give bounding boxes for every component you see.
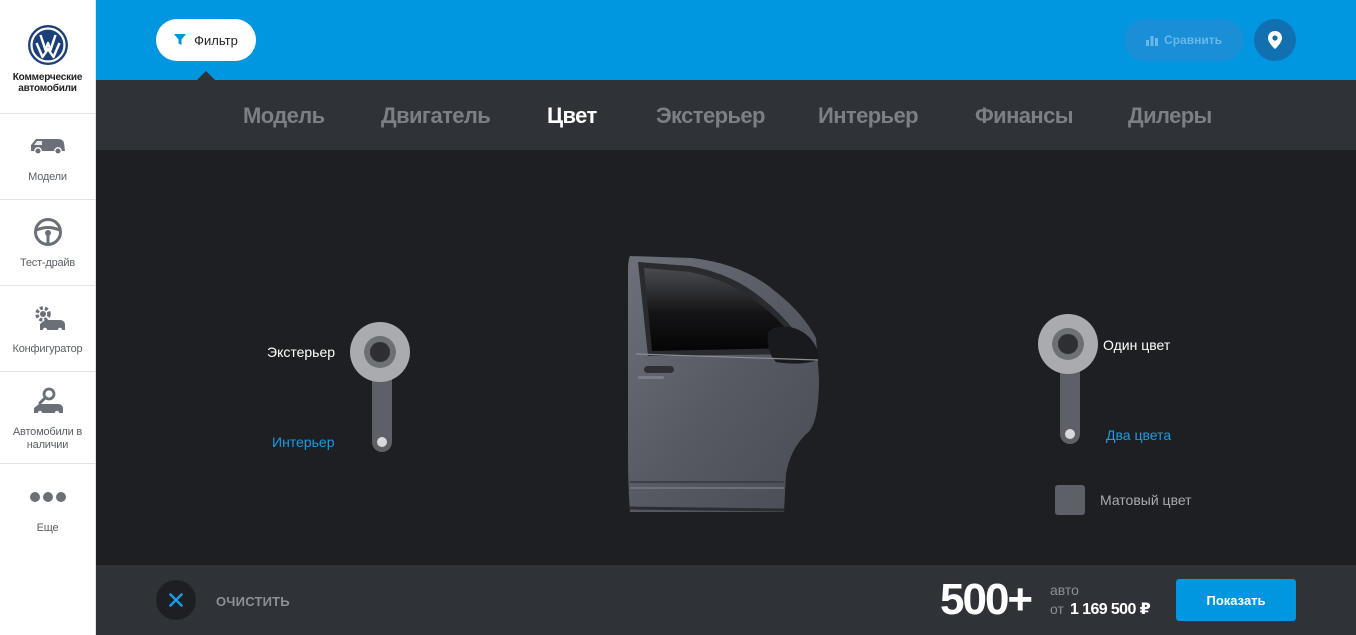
knob-center (370, 342, 390, 362)
top-bar: Фильтр Сравнить (96, 0, 1356, 80)
location-button[interactable] (1254, 19, 1296, 61)
sidebar-item-more[interactable]: Еще (0, 464, 95, 550)
close-icon (169, 593, 183, 607)
clear-button[interactable] (156, 580, 196, 620)
tone-option-single[interactable]: Один цвет (1103, 337, 1170, 353)
compare-label: Сравнить (1164, 33, 1222, 47)
filter-label: Фильтр (194, 32, 238, 48)
area-switch-knob[interactable] (350, 322, 410, 382)
tab-model[interactable]: Модель (243, 80, 325, 150)
matte-checkbox[interactable] (1055, 485, 1085, 515)
area-option-interior[interactable]: Интерьер (272, 434, 335, 450)
filter-pointer (197, 71, 215, 80)
sidebar-item-label: Модели (28, 171, 67, 183)
sidebar-item-test-drive[interactable]: Тест-драйв (0, 200, 95, 286)
sidebar-item-configurator[interactable]: Конфигуратор (0, 286, 95, 372)
brand-block[interactable]: Коммерческие автомобили (0, 0, 95, 114)
van-icon (30, 139, 65, 155)
results-footer: ОЧИСТИТЬ 500+ авто от 1 169 500 ₽ Показа… (96, 565, 1356, 635)
sidebar-item-stock[interactable]: Автомобили в наличии (0, 372, 95, 464)
filter-button[interactable]: Фильтр (156, 19, 256, 61)
sidebar-item-label: Тест-драйв (19, 257, 76, 269)
brand-name: Коммерческие автомобили (12, 72, 83, 94)
gear-car-icon (34, 306, 65, 333)
tone-option-two[interactable]: Два цвета (1106, 427, 1171, 443)
results-count-unit: авто (1050, 582, 1079, 598)
tab-interior[interactable]: Интерьер (818, 80, 919, 150)
area-switch-pin (377, 437, 387, 447)
tone-switch-pin (1065, 429, 1075, 439)
tab-dealers[interactable]: Дилеры (1128, 80, 1212, 150)
tab-engine[interactable]: Двигатель (381, 80, 491, 150)
clear-label[interactable]: ОЧИСТИТЬ (216, 594, 290, 609)
area-option-exterior[interactable]: Экстерьер (267, 344, 335, 360)
category-tabs: Модель Двигатель Цвет Экстерьер Интерьер… (96, 80, 1356, 150)
price-from: 1 169 500 ₽ (1070, 601, 1151, 618)
van-door-image (628, 256, 819, 512)
sidebar-item-label: Конфигуратор (12, 343, 83, 355)
bar-chart-icon (1146, 36, 1159, 46)
color-filter-panel: Экстерьер Интерьер Один цвет Два цвета М… (96, 150, 1356, 565)
more-dots-icon (29, 491, 66, 502)
tab-finance[interactable]: Финансы (975, 80, 1074, 150)
compare-button[interactable]: Сравнить (1124, 19, 1244, 61)
knob-center (1058, 334, 1078, 354)
sidebar-item-models[interactable]: Модели (0, 114, 95, 200)
tab-exterior[interactable]: Экстерьер (656, 80, 765, 150)
results-count: 500+ (940, 575, 1033, 624)
tab-color[interactable]: Цвет (547, 80, 597, 150)
location-pin-icon (1268, 31, 1282, 49)
steering-wheel-icon (33, 218, 62, 246)
sidebar-item-label: Автомобили в наличии (12, 425, 83, 451)
show-results-button[interactable]: Показать (1176, 579, 1296, 621)
price-prefix: от (1050, 601, 1064, 617)
matte-label[interactable]: Матовый цвет (1100, 492, 1192, 508)
tone-switch-knob[interactable] (1038, 314, 1098, 374)
sidebar: Коммерческие автомобили Модели Тест-драй… (0, 0, 96, 635)
vw-logo-icon (27, 25, 68, 65)
sidebar-item-label: Еще (36, 521, 59, 534)
car-search-icon (33, 387, 63, 415)
filter-funnel-icon (174, 34, 187, 45)
